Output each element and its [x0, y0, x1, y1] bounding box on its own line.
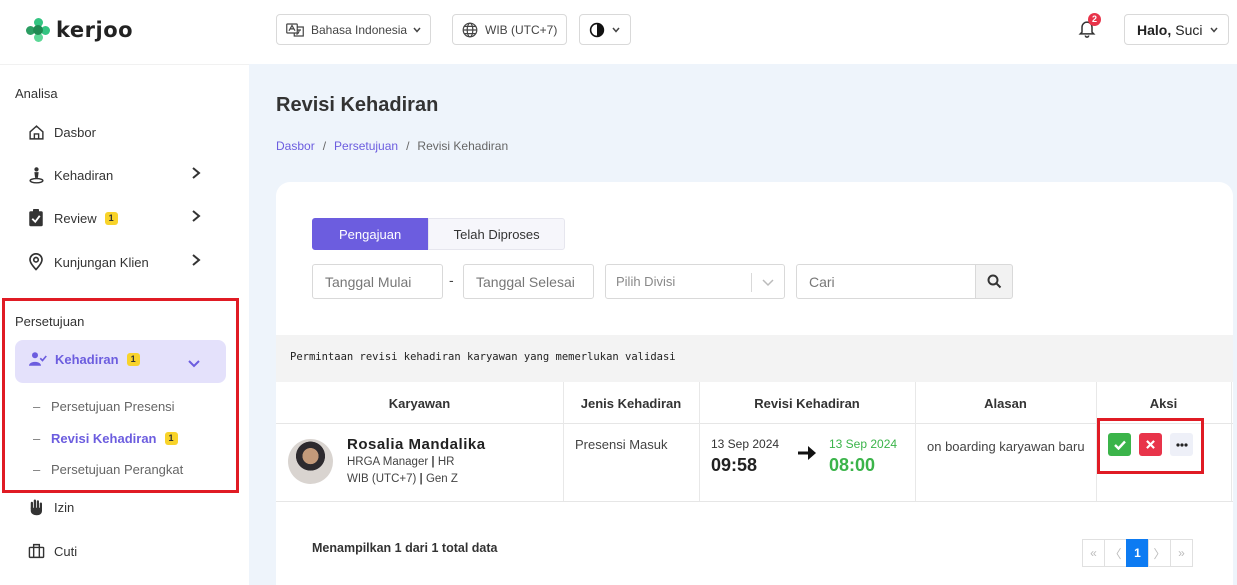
pagination-prev[interactable]: 〈	[1104, 539, 1127, 567]
column-header-karyawan: Karyawan	[388, 395, 451, 411]
clipboard-check-icon	[27, 209, 45, 227]
start-date-field[interactable]: Tanggal Mulai	[312, 264, 443, 299]
pagination-last[interactable]: »	[1170, 539, 1193, 567]
sidebar: kerjoo Analisa Dasbor Kehadiran Review 1…	[0, 0, 249, 585]
old-date: 13 Sep 2024	[711, 437, 780, 451]
sidebar-item-label: Kunjungan Klien	[54, 254, 149, 270]
pagination-first[interactable]: «	[1082, 539, 1105, 567]
breadcrumb-dasbor[interactable]: Dasbor	[276, 139, 315, 153]
user-name: Suci	[1175, 21, 1203, 38]
timezone-label: WIB (UTC+7)	[485, 22, 558, 37]
pagination-summary: Menampilkan 1 dari 1 total data	[312, 541, 498, 555]
sidebar-item-label: Kehadiran	[54, 167, 114, 183]
timezone-select[interactable]: WIB (UTC+7)	[452, 14, 568, 45]
sidebar-item-review[interactable]: Review 1	[27, 206, 217, 230]
home-icon	[27, 123, 45, 141]
logo-mark-icon	[24, 16, 52, 44]
translate-icon	[286, 22, 304, 37]
highlight-box-actions	[1097, 418, 1204, 474]
new-time: 08:00	[829, 455, 876, 475]
division-select[interactable]: Pilih Divisi	[605, 264, 785, 299]
info-message: Permintaan revisi kehadiran karyawan yan…	[276, 335, 1233, 382]
employee-name: Rosalia Mandalika	[347, 436, 486, 453]
end-date-field[interactable]: Tanggal Selesai	[463, 264, 594, 299]
chevron-right-icon	[191, 209, 201, 226]
division-select-label: Pilih Divisi	[616, 274, 676, 289]
reason-text: on boarding karyawan baru	[927, 439, 1085, 454]
contrast-icon	[589, 22, 605, 37]
chevron-down-icon	[762, 279, 774, 287]
tab-pengajuan[interactable]: Pengajuan	[312, 218, 429, 250]
new-date: 13 Sep 2024	[829, 437, 898, 451]
greeting-label: Halo,	[1137, 21, 1172, 38]
topbar: Bahasa Indonesia WIB (UTC+7) 2 Halo, Suc…	[249, 0, 1237, 64]
tab-telah-diproses[interactable]: Telah Diproses	[428, 218, 566, 250]
sidebar-item-dasbor[interactable]: Dasbor	[27, 120, 217, 144]
column-header-alasan: Alasan	[984, 395, 1027, 411]
chevron-right-icon	[191, 166, 201, 183]
chevron-right-icon	[191, 253, 201, 270]
employee-timezone-line: WIB (UTC+7) | Gen Z	[347, 473, 458, 485]
chevron-down-icon	[612, 27, 620, 33]
sidebar-item-izin[interactable]: Izin	[27, 495, 217, 519]
sidebar-item-kunjungan-klien[interactable]: Kunjungan Klien	[27, 250, 217, 274]
theme-toggle[interactable]	[579, 14, 631, 45]
column-header-revisi-kehadiran: Revisi Kehadiran	[754, 395, 860, 411]
pagination: « 〈 1 〉 »	[1082, 539, 1193, 567]
map-pin-icon	[27, 253, 45, 271]
pagination-page-1[interactable]: 1	[1126, 539, 1149, 567]
page-title: Revisi Kehadiran	[276, 94, 439, 116]
user-menu[interactable]: Halo, Suci	[1124, 14, 1229, 45]
language-label: Bahasa Indonesia	[311, 22, 408, 37]
table-header: Karyawan Jenis Kehadiran Revisi Kehadira…	[276, 382, 1233, 424]
search-icon	[987, 274, 1001, 289]
status-tabs: Pengajuan Telah Diproses	[312, 218, 566, 250]
search-input[interactable]: Cari	[796, 264, 976, 299]
sidebar-item-kehadiran[interactable]: Kehadiran	[27, 163, 217, 187]
chevron-down-icon	[413, 27, 421, 33]
hand-icon	[27, 498, 45, 516]
breadcrumb: Dasbor / Persetujuan / Revisi Kehadiran	[276, 139, 509, 153]
logo-text: kerjoo	[56, 18, 134, 42]
globe-icon	[462, 22, 478, 37]
chevron-down-icon	[1210, 27, 1219, 33]
old-time: 09:58	[711, 455, 758, 475]
sidebar-item-label: Cuti	[54, 543, 78, 559]
notification-count-badge: 2	[1088, 13, 1101, 26]
kerjoo-logo[interactable]: kerjoo	[24, 16, 133, 44]
sidebar-item-label: Dasbor	[54, 124, 96, 140]
highlight-box-persetujuan	[2, 298, 239, 493]
pagination-next[interactable]: 〉	[1148, 539, 1171, 567]
column-header-jenis-kehadiran: Jenis Kehadiran	[580, 395, 682, 411]
breadcrumb-persetujuan[interactable]: Persetujuan	[334, 139, 398, 153]
breadcrumb-current: Revisi Kehadiran	[417, 139, 509, 153]
language-select[interactable]: Bahasa Indonesia	[276, 14, 432, 45]
sidebar-item-cuti[interactable]: Cuti	[27, 539, 217, 563]
person-location-icon	[27, 166, 45, 184]
sidebar-item-label: Review	[54, 210, 97, 226]
review-count-badge: 1	[104, 211, 118, 225]
search-button[interactable]	[975, 264, 1013, 299]
section-label-analisa: Analisa	[15, 86, 58, 101]
avatar	[288, 439, 333, 484]
attendance-type: Presensi Masuk	[575, 437, 668, 452]
arrow-right-icon	[798, 446, 816, 465]
employee-position-line: HRGA Manager | HR	[347, 456, 455, 468]
briefcase-icon	[27, 542, 45, 560]
sidebar-item-label: Izin	[54, 499, 75, 515]
